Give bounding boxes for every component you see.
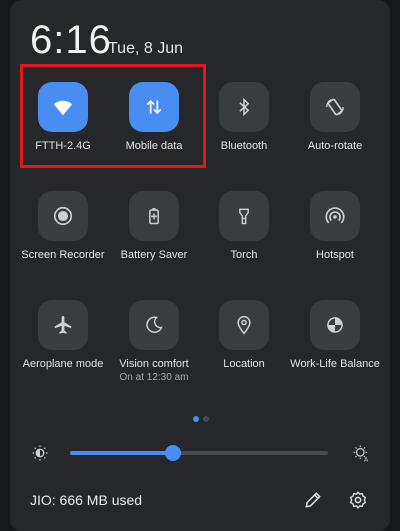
highlight-box bbox=[20, 64, 206, 168]
screen-recorder-button[interactable] bbox=[38, 191, 88, 241]
work-life-icon bbox=[327, 317, 343, 333]
page-dot-active bbox=[193, 416, 199, 422]
hotspot-button[interactable] bbox=[310, 191, 360, 241]
brightness-fill bbox=[70, 451, 174, 455]
tile-label: Work-Life Balance bbox=[290, 358, 380, 370]
tile-aeroplane-mode[interactable]: Aeroplane mode bbox=[18, 300, 108, 396]
svg-text:A: A bbox=[364, 456, 369, 462]
settings-gear-icon[interactable] bbox=[348, 490, 368, 510]
tile-vision-comfort[interactable]: Vision comfort On at 12:30 am bbox=[109, 300, 199, 396]
auto-rotate-button[interactable] bbox=[310, 82, 360, 132]
battery-saver-button[interactable] bbox=[129, 191, 179, 241]
tile-label: Torch bbox=[230, 249, 258, 261]
torch-button[interactable] bbox=[219, 191, 269, 241]
torch-icon bbox=[239, 208, 249, 225]
tile-label: Hotspot bbox=[316, 249, 354, 261]
tile-auto-rotate[interactable]: Auto-rotate bbox=[290, 82, 380, 178]
tile-battery-saver[interactable]: Battery Saver bbox=[109, 191, 199, 287]
brightness-slider[interactable] bbox=[70, 445, 328, 461]
hotspot-icon bbox=[325, 207, 345, 224]
auto-rotate-icon bbox=[326, 98, 344, 116]
bluetooth-button[interactable] bbox=[219, 82, 269, 132]
clock-time: 6:16 bbox=[30, 18, 112, 62]
tile-bluetooth[interactable]: Bluetooth bbox=[199, 82, 289, 178]
tile-work-life-balance[interactable]: Work-Life Balance bbox=[290, 300, 380, 396]
tile-label: Aeroplane mode bbox=[22, 358, 104, 370]
tile-label: Vision comfort bbox=[119, 358, 189, 370]
location-button[interactable] bbox=[219, 300, 269, 350]
edit-pencil-icon[interactable] bbox=[303, 490, 323, 510]
tile-label: Screen Recorder bbox=[21, 249, 105, 261]
location-icon bbox=[237, 315, 251, 335]
tile-location[interactable]: Location bbox=[199, 300, 289, 396]
tile-hotspot[interactable]: Hotspot bbox=[290, 191, 380, 287]
clock-date: Tue, 8 Jun bbox=[108, 40, 184, 57]
page-dot bbox=[203, 416, 209, 422]
tile-torch[interactable]: Torch bbox=[199, 191, 289, 287]
screen-recorder-icon bbox=[53, 206, 73, 226]
battery-saver-icon bbox=[149, 208, 159, 225]
tile-screen-recorder[interactable]: Screen Recorder bbox=[18, 191, 108, 287]
tile-label: Auto-rotate bbox=[307, 140, 363, 152]
work-life-balance-button[interactable] bbox=[310, 300, 360, 350]
moon-icon bbox=[146, 316, 163, 333]
auto-brightness-icon[interactable]: A bbox=[352, 444, 370, 462]
data-usage-text[interactable]: JIO: 666 MB used bbox=[30, 492, 142, 508]
bluetooth-icon bbox=[239, 97, 250, 117]
vision-comfort-button[interactable] bbox=[129, 300, 179, 350]
tile-label: Bluetooth bbox=[220, 140, 268, 152]
page-indicator bbox=[193, 416, 209, 422]
aeroplane-icon bbox=[54, 315, 72, 334]
tile-label: Battery Saver bbox=[120, 249, 188, 261]
aeroplane-button[interactable] bbox=[38, 300, 88, 350]
brightness-low-icon bbox=[32, 445, 48, 461]
tile-label: Location bbox=[223, 358, 265, 370]
tile-sublabel: On at 12:30 am bbox=[119, 372, 189, 383]
